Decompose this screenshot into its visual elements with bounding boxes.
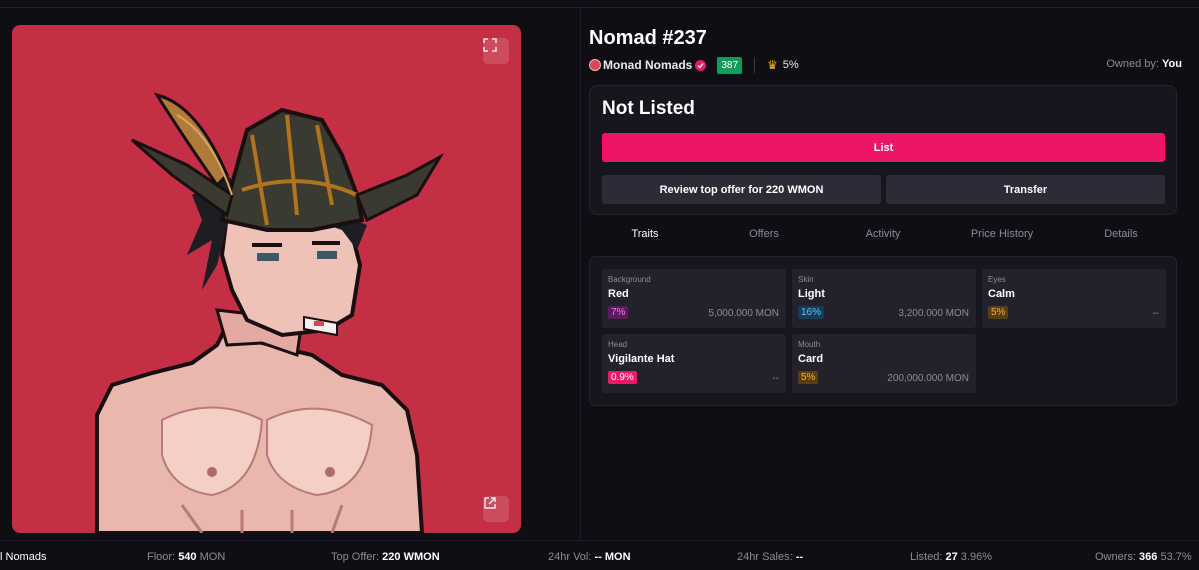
listing-card: Not Listed List Review top offer for 220… [589, 85, 1177, 215]
stat-percent: 3.96% [960, 551, 992, 563]
stat-value: 540 [178, 551, 197, 563]
divider [754, 57, 756, 73]
stat-unit: WMON [403, 551, 440, 563]
tab-details[interactable]: Details [1104, 228, 1138, 240]
external-link-icon[interactable] [483, 496, 509, 522]
crown-icon: ♛ [767, 58, 778, 72]
stat-top-offer: Top Offer: 220 WMON [331, 551, 440, 563]
trait-value: Red [608, 288, 629, 300]
list-button[interactable]: List [602, 133, 1165, 162]
fullscreen-icon[interactable] [483, 38, 509, 64]
trait-card-head[interactable]: Head Vigilante Hat 0.9% -- [602, 334, 786, 393]
trait-name: Background [608, 275, 651, 284]
trait-rarity-badge: 5% [988, 306, 1009, 319]
stat-owners: Owners: 366 53.7% [1095, 551, 1192, 563]
collection-link[interactable]: Monad Nomads [603, 58, 692, 72]
trait-rarity-badge: 16% [798, 306, 825, 319]
owner-name[interactable]: You [1162, 58, 1182, 70]
stat-label: Listed: [910, 551, 943, 563]
collection-row: Monad Nomads 387 ♛ 5% [589, 56, 799, 74]
trait-floor-price: -- [772, 373, 779, 384]
stat-value: 366 [1139, 551, 1158, 563]
tab-price-history[interactable]: Price History [971, 228, 1033, 240]
trait-name: Skin [798, 275, 814, 284]
stat-label: Top Offer: [331, 551, 380, 563]
trait-name: Head [608, 340, 628, 349]
footer-collection-name[interactable]: l Nomads [0, 551, 46, 563]
trait-rarity-badge: 7% [608, 306, 629, 319]
stat-24hr-sales: 24hr Sales: -- [737, 551, 803, 563]
owned-by: Owned by: You [1106, 58, 1182, 70]
detail-tabs: Traits Offers Activity Price History Det… [589, 228, 1179, 244]
stat-value: -- [594, 551, 602, 563]
listing-status: Not Listed [602, 98, 695, 119]
collection-avatar-icon[interactable] [589, 59, 601, 71]
traits-panel: Background Red 7% 5,000.000 MON Skin Lig… [589, 256, 1177, 406]
trait-card-skin[interactable]: Skin Light 16% 3,200.000 MON [792, 269, 976, 328]
rank-badge: 387 [717, 56, 743, 74]
stat-listed: Listed: 27 3.96% [910, 551, 992, 563]
trait-value: Vigilante Hat [608, 353, 675, 365]
trait-rarity-badge: 5% [798, 371, 819, 384]
review-offer-button[interactable]: Review top offer for 220 WMON [602, 175, 881, 204]
stat-value: 220 [382, 551, 401, 563]
stat-24hr-volume: 24hr Vol: -- MON [548, 551, 631, 563]
footer-divider [0, 540, 1199, 541]
pixel-art-nomad [95, 92, 445, 533]
rarity-value: 5% [782, 59, 799, 71]
tab-traits[interactable]: Traits [631, 228, 658, 240]
tab-activity[interactable]: Activity [866, 228, 901, 240]
stat-label: 24hr Sales: [737, 551, 793, 563]
nft-image [12, 25, 521, 533]
nft-title: Nomad #237 [589, 27, 707, 49]
trait-name: Mouth [798, 340, 821, 349]
trait-floor-price: -- [1152, 308, 1159, 319]
stat-value: -- [795, 551, 804, 563]
stat-value: 27 [945, 551, 958, 563]
trait-floor-price: 200,000.000 MON [887, 373, 969, 384]
stats-ticker: l Nomads Floor: 540 MON Top Offer: 220 W… [0, 551, 1199, 565]
tab-offers[interactable]: Offers [749, 228, 779, 240]
transfer-button[interactable]: Transfer [886, 175, 1165, 204]
owned-label: Owned by: [1106, 58, 1159, 70]
top-border [0, 7, 1199, 8]
stat-label: Owners: [1095, 551, 1136, 563]
panel-divider [580, 8, 581, 540]
trait-card-background[interactable]: Background Red 7% 5,000.000 MON [602, 269, 786, 328]
trait-card-mouth[interactable]: Mouth Card 5% 200,000.000 MON [792, 334, 976, 393]
trait-floor-price: 3,200.000 MON [898, 308, 969, 319]
stat-floor: Floor: 540 MON [147, 551, 225, 563]
verified-icon [695, 59, 707, 71]
trait-card-eyes[interactable]: Eyes Calm 5% -- [982, 269, 1166, 328]
trait-floor-price: 5,000.000 MON [708, 308, 779, 319]
stat-percent: 53.7% [1160, 551, 1192, 563]
trait-value: Calm [988, 288, 1015, 300]
stat-unit: MON [604, 551, 631, 563]
trait-value: Card [798, 353, 824, 365]
trait-name: Eyes [988, 275, 1006, 284]
stat-unit: MON [199, 551, 226, 563]
trait-rarity-badge: 0.9% [608, 371, 637, 384]
stat-label: Floor: [147, 551, 176, 563]
trait-value: Light [798, 288, 825, 300]
stat-label: 24hr Vol: [548, 551, 592, 563]
